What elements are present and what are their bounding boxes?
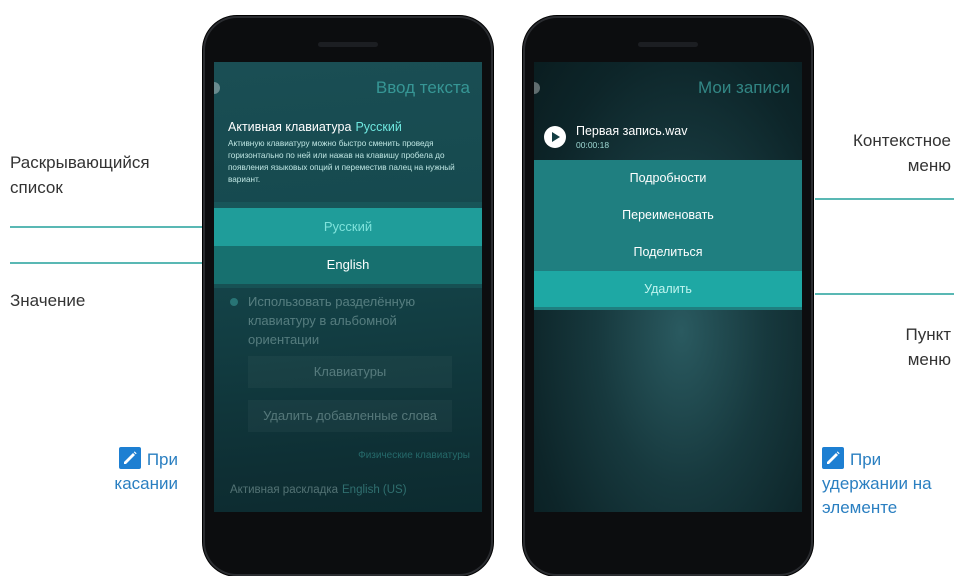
tap-hint: При касании <box>98 447 178 496</box>
context-menu-annotation: Контекстное меню <box>815 128 951 178</box>
menu-item-annotation-text: Пункт меню <box>905 325 951 369</box>
page-title: Ввод текста <box>375 78 470 97</box>
pen-edit-icon <box>822 447 844 469</box>
menu-item-share[interactable]: Поделиться <box>534 234 802 270</box>
bottom-bezel <box>534 512 802 552</box>
menu-item-annotation: Пункт меню <box>860 322 951 372</box>
play-icon[interactable] <box>544 126 566 148</box>
context-menu-pointer-line <box>815 198 954 200</box>
dropdown-option-english[interactable]: English <box>214 246 482 284</box>
menu-item-rename[interactable]: Переименовать <box>534 197 802 233</box>
delete-words-button[interactable]: Удалить добавленные слова <box>248 400 452 432</box>
menu-item-delete[interactable]: Удалить <box>534 271 802 307</box>
menu-item-details[interactable]: Подробности <box>534 160 802 196</box>
left-phone: Ввод текста Активная клавиатура Русский А… <box>203 16 493 576</box>
left-screen: Ввод текста Активная клавиатура Русский А… <box>214 62 482 552</box>
recording-duration: 00:00:18 <box>576 140 610 150</box>
pulley-indicator <box>214 82 220 94</box>
keyboards-button[interactable]: Клавиатуры <box>248 356 452 388</box>
dropdown-annotation-text: Раскрывающийся список <box>10 153 150 197</box>
dropdown-option-russian[interactable]: Русский <box>214 208 482 246</box>
active-keyboard-label: Активная клавиатура <box>228 120 352 134</box>
hold-hint: При удержании на элементе <box>822 447 954 520</box>
active-layout-label: Активная раскладка <box>230 484 338 496</box>
menu-item-pointer-line <box>815 293 954 295</box>
active-layout-row[interactable]: Активная раскладка English (US) <box>230 484 407 496</box>
dropdown-pointer-line <box>10 226 216 228</box>
dropdown-annotation: Раскрывающийся список <box>10 150 190 200</box>
right-phone: Мои записи Первая запись.wav 00:00:18 По… <box>523 16 813 576</box>
page-title: Мои записи <box>698 78 790 97</box>
bottom-bezel <box>214 512 482 552</box>
pulley-indicator <box>534 82 540 94</box>
active-keyboard-value: Русский <box>355 120 402 134</box>
value-annotation: Значение <box>10 288 85 313</box>
active-keyboard-description: Активную клавиатуру можно быстро сменить… <box>228 139 455 184</box>
right-screen: Мои записи Первая запись.wav 00:00:18 По… <box>534 62 802 552</box>
split-keyboard-label: Использовать разделённую клавиатуру в ал… <box>248 294 416 347</box>
speaker <box>638 42 698 47</box>
context-menu: Подробности Переименовать Поделиться Уда… <box>534 160 802 310</box>
speaker <box>318 42 378 47</box>
physical-keyboards-link[interactable]: Физические клавиатуры <box>358 450 470 461</box>
context-menu-annotation-text: Контекстное меню <box>852 131 951 175</box>
active-layout-value: English (US) <box>342 484 407 496</box>
split-keyboard-switch[interactable] <box>230 298 238 306</box>
pen-edit-icon <box>118 447 141 469</box>
active-keyboard-combobox[interactable]: Активная клавиатура Русский <box>228 120 402 134</box>
value-annotation-text: Значение <box>10 291 86 310</box>
recording-title[interactable]: Первая запись.wav <box>576 124 687 138</box>
